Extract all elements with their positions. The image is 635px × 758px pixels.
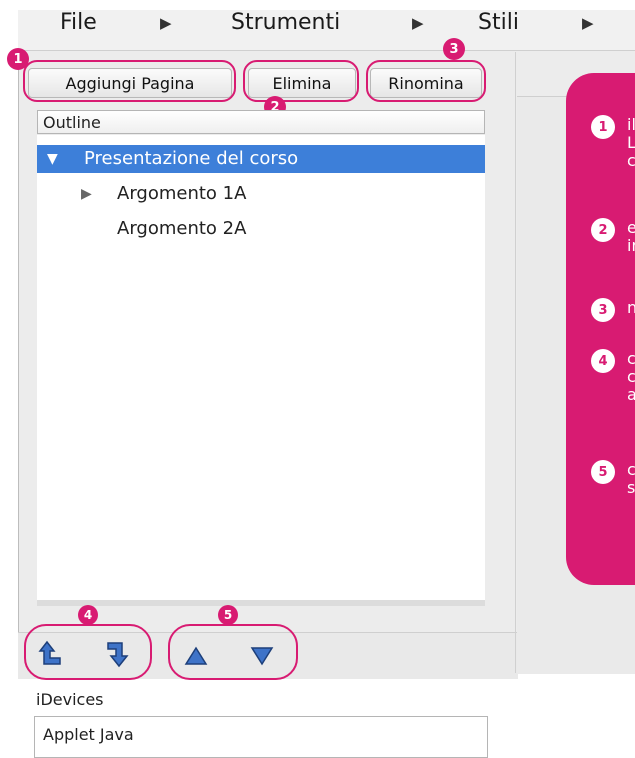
menu-strumenti[interactable]: Strumenti <box>231 10 340 35</box>
menu-file[interactable]: File <box>60 10 97 35</box>
legend-text-1: il L c <box>627 115 635 170</box>
legend-badge-5: 5 <box>591 460 615 484</box>
menu-arrow-icon: ▶ <box>582 14 594 32</box>
legend-text-5: c s <box>627 460 635 497</box>
badge-5: 5 <box>218 605 238 625</box>
tree-node-label: Presentazione del corso <box>84 148 299 169</box>
outline-header: Outline <box>37 110 485 134</box>
badge-1: 1 <box>7 48 29 70</box>
rename-button[interactable]: Rinomina <box>370 68 482 98</box>
idevices-label: iDevices <box>36 690 104 709</box>
legend-text-4: c c a <box>627 349 635 404</box>
delete-button[interactable]: Elimina <box>248 68 356 98</box>
add-page-button[interactable]: Aggiungi Pagina <box>28 68 232 98</box>
legend-badge-2: 2 <box>591 218 615 242</box>
disclosure-triangle-icon[interactable]: ▶ <box>81 180 92 208</box>
move-down-icon[interactable] <box>248 642 276 670</box>
tree-node-argomento-1a[interactable]: ▶ Argomento 1A <box>37 180 485 208</box>
tree-node-label: Argomento 2A <box>117 218 247 239</box>
legend-callout: 1 il L c 2 e in 3 n 4 c c a 5 c s <box>566 73 635 585</box>
panel-splitter[interactable] <box>37 600 485 606</box>
badge-4: 4 <box>78 605 98 625</box>
disclosure-triangle-icon[interactable]: ▼ <box>47 145 58 173</box>
menu-arrow-icon: ▶ <box>412 14 424 32</box>
legend-text-3: n <box>627 298 635 317</box>
badge-3: 3 <box>443 38 465 60</box>
menu-stili[interactable]: Stili <box>478 10 519 35</box>
outline-tree[interactable]: ▼ Presentazione del corso ▶ Argomento 1A… <box>37 135 485 601</box>
tree-node-label: Argomento 1A <box>117 183 247 204</box>
legend-badge-3: 3 <box>591 298 615 322</box>
pane-divider[interactable] <box>515 52 516 673</box>
legend-badge-1: 1 <box>591 115 615 139</box>
legend-text-2: e in <box>627 218 635 255</box>
tree-node-presentazione[interactable]: ▼ Presentazione del corso <box>37 145 485 173</box>
promote-node-icon[interactable] <box>38 640 66 668</box>
demote-node-icon[interactable] <box>104 640 132 668</box>
menu-arrow-icon: ▶ <box>160 14 172 32</box>
tree-node-argomento-2a[interactable]: Argomento 2A <box>37 215 485 243</box>
move-up-icon[interactable] <box>182 642 210 670</box>
idevices-list[interactable]: Applet Java <box>34 716 488 758</box>
idevice-item[interactable]: Applet Java <box>43 725 134 744</box>
legend-badge-4: 4 <box>591 349 615 373</box>
